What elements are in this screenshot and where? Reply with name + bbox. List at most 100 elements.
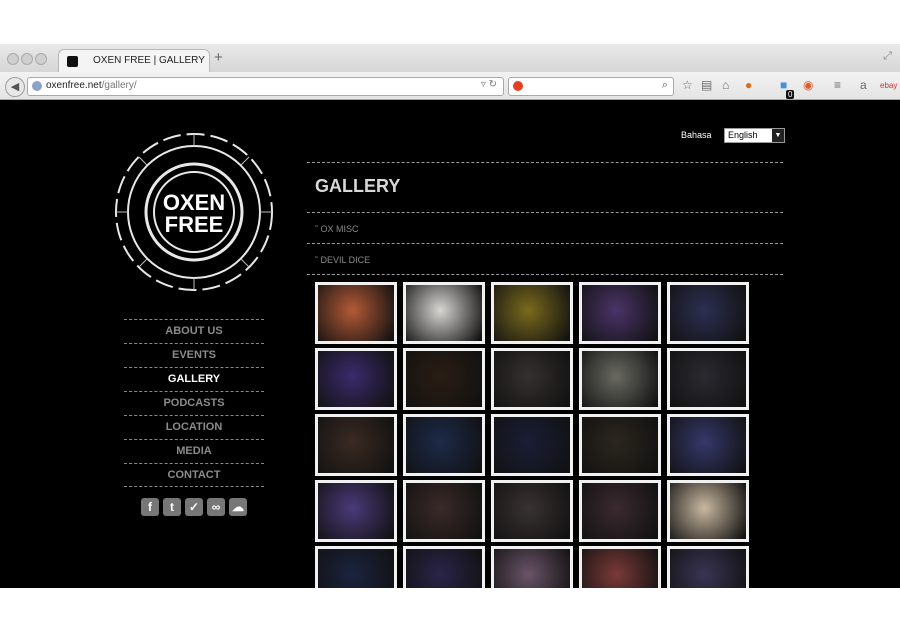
gallery-thumbnail[interactable] <box>315 414 397 476</box>
bookmark-star-icon[interactable]: ☆ <box>682 78 693 92</box>
gallery-thumbnail[interactable] <box>403 414 485 476</box>
album-link-ox-misc[interactable]: ˜ OX MISC <box>315 224 359 234</box>
gallery-photo <box>494 483 570 539</box>
gallery-photo <box>670 483 746 539</box>
gallery-thumbnail[interactable] <box>667 282 749 344</box>
nav-item-gallery[interactable]: GALLERY <box>124 367 264 390</box>
gallery-photo <box>494 285 570 341</box>
search-bar[interactable]: ⌕ <box>508 77 674 96</box>
gallery-thumbnail[interactable] <box>491 480 573 542</box>
gallery-thumbnail[interactable] <box>491 282 573 344</box>
gallery-thumbnail[interactable] <box>579 480 661 542</box>
amazon-icon[interactable]: a <box>860 78 867 92</box>
reload-icon[interactable]: ▿ ↻ <box>481 79 497 90</box>
gallery-photo <box>406 549 482 588</box>
cloud-icon[interactable]: ☁ <box>229 498 247 516</box>
gallery-thumbnail[interactable] <box>579 348 661 410</box>
menu-icon[interactable]: ≡ <box>834 78 841 92</box>
nav-item-media[interactable]: MEDIA <box>124 439 264 462</box>
oxen-free-logo[interactable]: OXEN FREE <box>110 128 278 296</box>
gallery-thumbnail[interactable] <box>667 348 749 410</box>
gallery-thumbnail[interactable] <box>403 282 485 344</box>
gallery-photo <box>582 483 658 539</box>
search-engine-icon[interactable] <box>513 81 523 91</box>
facebook-icon[interactable]: f <box>141 498 159 516</box>
bookmarks-icon[interactable]: ▤ <box>701 78 712 92</box>
nav-divider <box>124 486 264 487</box>
gallery-thumbnail[interactable] <box>491 414 573 476</box>
ebay-icon[interactable]: ebay <box>880 81 897 90</box>
zoom-window-button[interactable] <box>35 53 47 65</box>
gallery-thumbnail[interactable] <box>403 546 485 588</box>
gallery-photo <box>406 351 482 407</box>
gallery-photo <box>582 417 658 473</box>
nav-item-podcasts[interactable]: PODCASTS <box>124 391 264 414</box>
gallery-photo <box>318 285 394 341</box>
firefox-icon[interactable]: ● <box>745 78 752 92</box>
new-tab-button[interactable]: + <box>214 49 223 66</box>
gallery-thumbnail[interactable] <box>403 348 485 410</box>
gallery-photo <box>670 285 746 341</box>
gallery-thumbnail[interactable] <box>579 282 661 344</box>
language-selected-value: English <box>728 130 758 140</box>
album-link-devil-dice[interactable]: ˜ DEVIL DICE <box>315 255 370 265</box>
gallery-thumbnail[interactable] <box>315 348 397 410</box>
language-label: Bahasa <box>681 130 712 140</box>
url-text: oxenfree.net/gallery/ <box>46 80 137 91</box>
browser-tab[interactable]: OXEN FREE | GALLERY <box>58 49 210 74</box>
language-select[interactable]: English ▼ <box>724 128 785 143</box>
tripadvisor-icon[interactable]: ∞ <box>207 498 225 516</box>
extension-badge: 0 <box>786 90 795 99</box>
gallery-photo <box>494 549 570 588</box>
back-button[interactable]: ◀ <box>5 77 25 97</box>
divider <box>307 162 783 163</box>
search-icon[interactable]: ⌕ <box>662 79 668 92</box>
address-bar[interactable]: oxenfree.net/gallery/ ▿ ↻ <box>27 77 504 96</box>
photo-grid <box>315 282 785 588</box>
home-icon[interactable]: ⌂ <box>722 78 729 92</box>
gallery-photo <box>318 549 394 588</box>
nav-item-location[interactable]: LOCATION <box>124 415 264 438</box>
gallery-photo <box>670 351 746 407</box>
tab-title: OXEN FREE | GALLERY <box>93 55 205 66</box>
gallery-thumbnail[interactable] <box>491 546 573 588</box>
nav-item-contact[interactable]: CONTACT <box>124 463 264 486</box>
close-window-button[interactable] <box>7 53 19 65</box>
gallery-photo <box>670 417 746 473</box>
gallery-thumbnail[interactable] <box>579 546 661 588</box>
globe-icon <box>32 81 42 91</box>
gallery-thumbnail[interactable] <box>667 414 749 476</box>
divider <box>307 243 783 244</box>
nav-item-events[interactable]: EVENTS <box>124 343 264 366</box>
gallery-thumbnail[interactable] <box>667 546 749 588</box>
checkmark-icon[interactable]: ✓ <box>185 498 203 516</box>
gallery-thumbnail[interactable] <box>667 480 749 542</box>
gallery-photo <box>406 417 482 473</box>
nav-item-about-us[interactable]: ABOUT US <box>124 319 264 342</box>
twitter-icon[interactable]: t <box>163 498 181 516</box>
gallery-thumbnail[interactable] <box>315 480 397 542</box>
gallery-photo <box>318 351 394 407</box>
gallery-thumbnail[interactable] <box>491 348 573 410</box>
social-links: f t ✓ ∞ ☁ <box>141 498 251 516</box>
addon-icon[interactable]: ◉ <box>803 78 813 92</box>
gallery-thumbnail[interactable] <box>315 282 397 344</box>
gallery-photo <box>494 351 570 407</box>
gallery-thumbnail[interactable] <box>403 480 485 542</box>
gallery-photo <box>318 483 394 539</box>
fullscreen-icon[interactable]: ⤢ <box>883 50 892 63</box>
divider <box>307 212 783 213</box>
browser-tabstrip: OXEN FREE | GALLERY + ⤢ <box>0 44 900 74</box>
minimize-window-button[interactable] <box>21 53 33 65</box>
divider <box>307 274 783 275</box>
page-title: GALLERY <box>315 176 401 196</box>
gallery-photo <box>582 285 658 341</box>
gallery-photo <box>406 285 482 341</box>
gallery-photo <box>318 417 394 473</box>
chevron-down-icon[interactable]: ▼ <box>772 129 784 142</box>
gallery-photo <box>670 549 746 588</box>
gallery-photo <box>582 351 658 407</box>
gallery-thumbnail[interactable] <box>315 546 397 588</box>
gallery-thumbnail[interactable] <box>579 414 661 476</box>
site-favicon-icon <box>67 56 78 67</box>
